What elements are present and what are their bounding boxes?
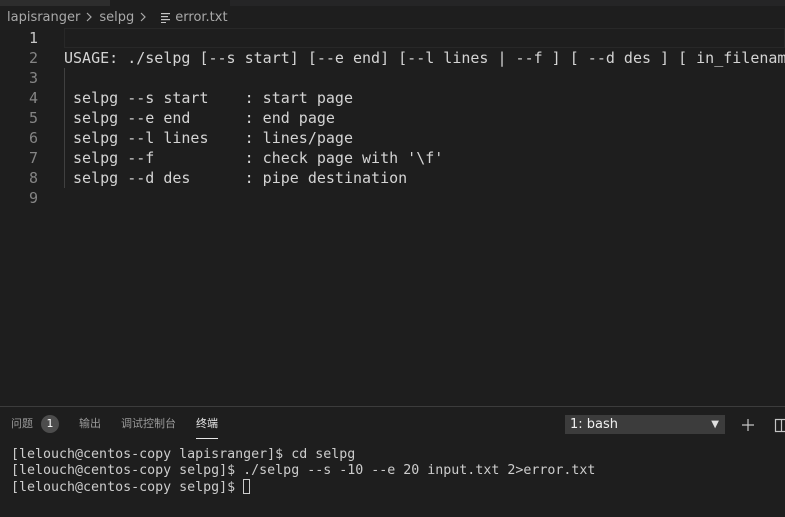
- code-line[interactable]: selpg --f : check page with '\f': [64, 148, 443, 168]
- code-line[interactable]: selpg --d des : pipe destination: [64, 168, 407, 188]
- tab-debug-console-label: 调试控制台: [121, 417, 176, 430]
- bottom-panel: 问题 1 输出 调试控制台 终端 1: bash ▼ [lelouch@cento…: [0, 406, 785, 517]
- terminal-line: [lelouch@centos-copy selpg]$ ./selpg --s…: [11, 463, 785, 479]
- terminal-select-value: 1: bash: [570, 417, 618, 432]
- terminal-line: [lelouch@centos-copy lapisranger]$ cd se…: [11, 447, 785, 463]
- chevron-right-icon: [137, 11, 149, 23]
- breadcrumb-item-selpg[interactable]: selpg: [99, 10, 134, 25]
- terminal-prompt: [lelouch@centos-copy selpg]$: [11, 480, 243, 495]
- split-icon[interactable]: [772, 417, 785, 433]
- tab-terminal[interactable]: 终端: [196, 407, 218, 441]
- code-line[interactable]: selpg --s start : start page: [64, 88, 353, 108]
- editor[interactable]: 1 2 3 4 5 6 7 8 9 USAGE: ./selpg [--s st…: [0, 28, 785, 406]
- terminal-select[interactable]: 1: bash ▼: [565, 415, 725, 434]
- breadcrumb-file[interactable]: error.txt: [175, 10, 227, 25]
- line-number: 9: [0, 188, 38, 208]
- text-file-icon: [159, 11, 173, 23]
- line-number: 5: [0, 108, 38, 128]
- tab-output-label: 输出: [79, 417, 101, 430]
- breadcrumb-item-lapisranger[interactable]: lapisranger: [7, 10, 80, 25]
- line-number: 7: [0, 148, 38, 168]
- tab-debug-console[interactable]: 调试控制台: [121, 407, 176, 441]
- terminal[interactable]: [lelouch@centos-copy lapisranger]$ cd se…: [11, 447, 785, 495]
- chevron-right-icon: [83, 11, 95, 23]
- line-number: 6: [0, 128, 38, 148]
- code-line[interactable]: selpg --e end : end page: [64, 108, 335, 128]
- tab-problems[interactable]: 问题 1: [11, 407, 59, 441]
- line-number: 3: [0, 68, 38, 88]
- current-line-highlight: [64, 28, 785, 48]
- problems-count-badge: 1: [41, 415, 59, 433]
- breadcrumb: lapisranger selpg error.txt: [0, 6, 785, 28]
- line-number: 2: [0, 48, 38, 68]
- panel-tabs: 问题 1 输出 调试控制台 终端: [0, 407, 238, 441]
- line-number: 4: [0, 88, 38, 108]
- tab-output[interactable]: 输出: [79, 407, 101, 441]
- tab-terminal-label: 终端: [196, 417, 218, 430]
- line-number: 8: [0, 168, 38, 188]
- code-line[interactable]: selpg --l lines : lines/page: [64, 128, 353, 148]
- terminal-line: [lelouch@centos-copy selpg]$: [11, 479, 785, 495]
- tab-problems-label: 问题: [11, 417, 33, 430]
- terminal-cursor: [243, 479, 250, 494]
- code-line[interactable]: USAGE: ./selpg [--s start] [--e end] [--…: [64, 48, 785, 68]
- dropdown-arrow-icon: ▼: [711, 415, 719, 434]
- plus-icon[interactable]: [740, 417, 756, 433]
- line-number: 1: [0, 28, 38, 48]
